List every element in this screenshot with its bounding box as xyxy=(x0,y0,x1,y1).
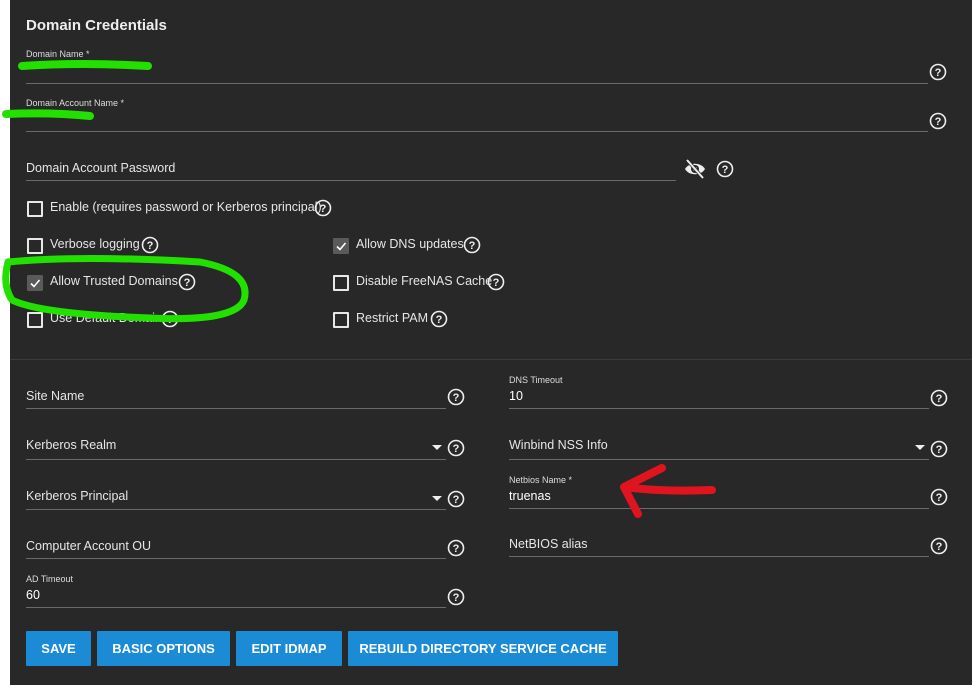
domain-account-password-input[interactable] xyxy=(190,161,670,179)
svg-text:?: ? xyxy=(436,314,443,326)
disable-freenas-cache-label: Disable FreeNAS Cache xyxy=(356,274,493,288)
netbios-name-label: Netbios Name * xyxy=(509,475,573,485)
dns-timeout-input[interactable]: 10 xyxy=(509,389,919,407)
help-circle-icon[interactable]: ? xyxy=(930,488,948,506)
section-title: Domain Credentials xyxy=(26,17,167,34)
netbios-name-underline xyxy=(509,508,929,509)
help-circle-icon[interactable]: ? xyxy=(487,273,505,291)
svg-text:?: ? xyxy=(147,240,154,252)
ad-timeout-input[interactable]: 60 xyxy=(26,588,436,606)
netbios-alias-label: NetBIOS alias xyxy=(509,537,588,551)
svg-text:?: ? xyxy=(320,203,327,215)
help-circle-icon[interactable]: ? xyxy=(430,310,448,328)
svg-text:?: ? xyxy=(935,67,942,79)
eye-off-icon[interactable] xyxy=(683,158,707,180)
allow-dns-updates-label: Allow DNS updates xyxy=(356,237,464,251)
restrict-pam-label: Restrict PAM xyxy=(356,311,428,325)
edit-idmap-button[interactable]: EDIT IDMAP xyxy=(236,631,342,666)
svg-text:?: ? xyxy=(469,240,476,252)
ad-timeout-underline xyxy=(26,607,446,608)
help-circle-icon[interactable]: ? xyxy=(929,112,947,130)
allow-dns-updates-checkbox[interactable] xyxy=(333,238,349,254)
kerberos-principal-select[interactable]: Kerberos Principal xyxy=(26,489,128,503)
save-button[interactable]: SAVE xyxy=(26,631,91,666)
caret-down-icon[interactable] xyxy=(915,445,925,450)
help-circle-icon[interactable]: ? xyxy=(930,537,948,555)
allow-trusted-domains-checkbox[interactable] xyxy=(27,275,43,291)
svg-text:?: ? xyxy=(936,492,943,504)
svg-text:?: ? xyxy=(167,314,174,326)
domain-account-password-label: Domain Account Password xyxy=(26,161,176,175)
help-circle-icon[interactable]: ? xyxy=(447,439,465,457)
verbose-logging-label: Verbose logging xyxy=(50,237,140,251)
netbios-alias-input[interactable] xyxy=(620,537,920,555)
winbind-nss-info-select[interactable]: Winbind NSS Info xyxy=(509,438,608,452)
domain-account-name-input[interactable] xyxy=(26,112,926,130)
site-name-input[interactable] xyxy=(130,389,440,407)
basic-options-button[interactable]: BASIC OPTIONS xyxy=(97,631,230,666)
computer-account-ou-underline xyxy=(26,558,446,559)
winbind-nss-info-underline xyxy=(509,459,929,460)
help-circle-icon[interactable]: ? xyxy=(178,273,196,291)
help-circle-icon[interactable]: ? xyxy=(447,490,465,508)
help-circle-icon[interactable]: ? xyxy=(930,440,948,458)
help-circle-icon[interactable]: ? xyxy=(929,63,947,81)
site-name-underline xyxy=(26,408,446,409)
kerberos-realm-underline xyxy=(26,459,446,460)
section-divider xyxy=(10,359,972,360)
kerberos-principal-underline xyxy=(26,509,446,510)
help-circle-icon[interactable]: ? xyxy=(716,160,734,178)
help-circle-icon[interactable]: ? xyxy=(314,199,332,217)
svg-text:?: ? xyxy=(935,116,942,128)
kerberos-realm-select[interactable]: Kerberos Realm xyxy=(26,438,116,452)
svg-text:?: ? xyxy=(453,543,460,555)
domain-account-name-label: Domain Account Name * xyxy=(26,98,125,108)
svg-text:?: ? xyxy=(453,392,460,404)
check-icon xyxy=(336,242,347,251)
rebuild-directory-service-cache-button[interactable]: REBUILD DIRECTORY SERVICE CACHE xyxy=(348,631,618,666)
dns-timeout-underline xyxy=(509,408,929,409)
svg-text:?: ? xyxy=(936,541,943,553)
check-icon xyxy=(30,279,41,288)
enable-label: Enable (requires password or Kerberos pr… xyxy=(50,200,322,214)
netbios-name-input[interactable]: truenas xyxy=(509,489,919,507)
domain-name-underline xyxy=(26,83,928,84)
caret-down-icon[interactable] xyxy=(432,445,442,450)
use-default-domain-checkbox[interactable] xyxy=(27,312,43,328)
netbios-alias-underline xyxy=(509,556,929,557)
computer-account-ou-input[interactable] xyxy=(170,539,440,557)
help-circle-icon[interactable]: ? xyxy=(447,539,465,557)
site-name-label: Site Name xyxy=(26,389,85,403)
svg-text:?: ? xyxy=(936,393,943,405)
svg-text:?: ? xyxy=(936,444,943,456)
svg-text:?: ? xyxy=(722,164,729,176)
domain-name-input[interactable] xyxy=(26,63,926,81)
dns-timeout-label: DNS Timeout xyxy=(509,375,563,385)
help-circle-icon[interactable]: ? xyxy=(447,388,465,406)
help-circle-icon[interactable]: ? xyxy=(161,310,179,328)
svg-text:?: ? xyxy=(493,277,500,289)
caret-down-icon[interactable] xyxy=(432,496,442,501)
svg-text:?: ? xyxy=(453,592,460,604)
help-circle-icon[interactable]: ? xyxy=(463,236,481,254)
svg-text:?: ? xyxy=(184,277,191,289)
domain-credentials-panel: Domain Credentials Domain Name * ? Domai… xyxy=(10,0,972,685)
svg-text:?: ? xyxy=(453,494,460,506)
help-circle-icon[interactable]: ? xyxy=(930,389,948,407)
restrict-pam-checkbox[interactable] xyxy=(333,312,349,328)
allow-trusted-domains-label: Allow Trusted Domains xyxy=(50,274,178,288)
help-circle-icon[interactable]: ? xyxy=(141,236,159,254)
domain-name-label: Domain Name * xyxy=(26,49,90,59)
ad-timeout-label: AD Timeout xyxy=(26,574,74,584)
svg-text:?: ? xyxy=(453,443,460,455)
verbose-logging-checkbox[interactable] xyxy=(27,238,43,254)
help-circle-icon[interactable]: ? xyxy=(447,588,465,606)
enable-checkbox[interactable] xyxy=(27,201,43,217)
computer-account-ou-label: Computer Account OU xyxy=(26,539,152,553)
domain-account-name-underline xyxy=(26,131,928,132)
use-default-domain-label: Use Default Domain xyxy=(50,311,162,325)
domain-account-password-underline xyxy=(26,180,676,181)
disable-freenas-cache-checkbox[interactable] xyxy=(333,275,349,291)
